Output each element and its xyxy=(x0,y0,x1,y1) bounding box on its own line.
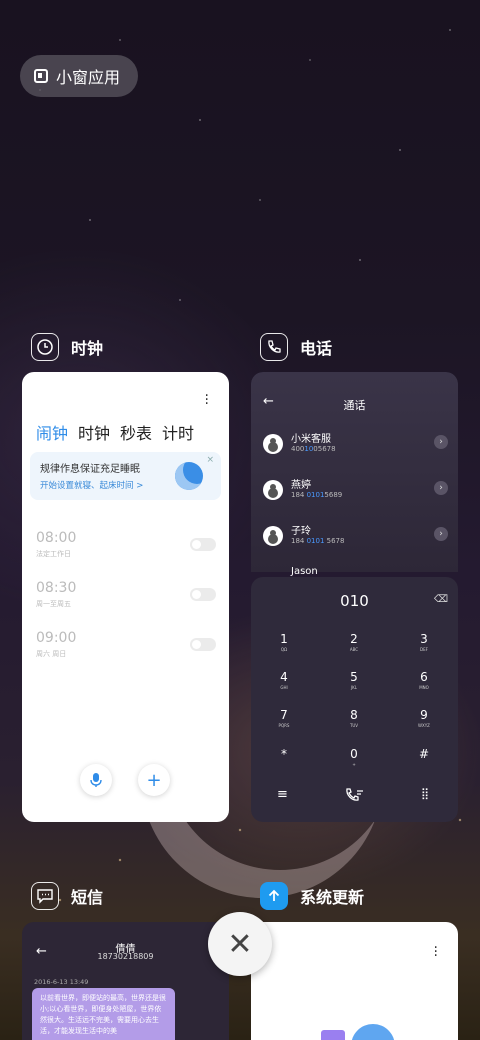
sms-app-window[interactable]: ← 倩倩 18730218809 2016-6-13 13:49 以前看世界，即… xyxy=(22,922,229,1040)
contact-row[interactable]: 小米客服 4001005678 › xyxy=(263,430,448,460)
menu-icon[interactable]: ≡ xyxy=(277,787,288,802)
more-menu-icon[interactable]: · · · xyxy=(205,389,209,411)
call-log-title: 通话 xyxy=(343,399,366,412)
app-header-phone[interactable]: 电话 xyxy=(260,333,332,361)
contact-avatar-icon xyxy=(263,526,283,546)
contact-avatar-icon xyxy=(263,434,283,454)
contact-name: Jason xyxy=(291,566,318,576)
dial-key[interactable]: 2 ABC xyxy=(324,632,384,652)
dial-key[interactable]: 5 JKL xyxy=(324,670,384,690)
close-icon[interactable]: × xyxy=(206,455,214,465)
call-button[interactable] xyxy=(345,787,365,809)
contact-name: 子玲 xyxy=(291,526,311,537)
close-icon: ✕ xyxy=(227,926,253,962)
contact-row[interactable]: Jason xyxy=(263,566,448,576)
contact-row[interactable]: 燕婷 184 01015689 › xyxy=(263,476,448,506)
alarm-time: 08:30 xyxy=(36,580,77,596)
contact-number: 184 0101 5678 xyxy=(291,537,345,545)
voice-alarm-button[interactable] xyxy=(80,764,112,796)
alarm-item[interactable]: 09:00 周六 周日 xyxy=(36,630,216,659)
alarm-time: 09:00 xyxy=(36,630,77,646)
app-header-update[interactable]: 系统更新 xyxy=(260,882,364,910)
contact-number: 4001005678 xyxy=(291,445,336,453)
contact-avatar-icon xyxy=(263,480,283,500)
app-header-sms[interactable]: 短信 xyxy=(31,882,103,910)
contact-name: 燕婷 xyxy=(291,480,311,491)
chevron-right-icon[interactable]: › xyxy=(434,435,448,449)
chevron-right-icon[interactable]: › xyxy=(434,527,448,541)
alarm-toggle[interactable] xyxy=(190,538,216,551)
tab-timer[interactable]: 计时 xyxy=(162,420,194,444)
message-icon xyxy=(31,882,59,910)
clock-tabs: 闹钟 时钟 秒表 计时 xyxy=(36,420,194,444)
clock-app-window[interactable]: · · · 闹钟 时钟 秒表 计时 规律作息保证充足睡眠 开始设置就寝、起床时间 >… xyxy=(22,372,229,822)
app-header-clock[interactable]: 时钟 xyxy=(31,333,103,361)
phone-app-window[interactable]: ← 通话 小米客服 4001005678 › 燕婷 184 01015689 ›… xyxy=(251,372,458,822)
sleep-banner[interactable]: 规律作息保证充足睡眠 开始设置就寝、起床时间 > × xyxy=(30,452,221,500)
call-log-panel: ← 通话 小米客服 4001005678 › 燕婷 184 01015689 ›… xyxy=(251,372,458,576)
app-name-sms: 短信 xyxy=(71,888,104,907)
alarm-repeat: 周一至周五 xyxy=(36,600,71,608)
sleep-moon-icon xyxy=(175,462,203,490)
close-all-button[interactable]: ✕ xyxy=(208,912,272,976)
backspace-icon[interactable]: ⌫ xyxy=(434,594,448,605)
floating-window-apps-button[interactable]: 小窗应用 xyxy=(20,55,139,97)
contact-name: 小米客服 xyxy=(291,434,331,445)
miui-logo-circle xyxy=(351,1024,395,1040)
dial-key[interactable]: 0 + xyxy=(324,747,384,767)
alarm-repeat: 周六 周日 xyxy=(36,650,67,658)
app-name-clock: 时钟 xyxy=(71,339,104,358)
system-update-icon xyxy=(260,882,288,910)
more-menu-icon[interactable]: · · · xyxy=(434,941,438,963)
dial-key[interactable]: 3 DEF xyxy=(394,632,454,652)
microphone-icon xyxy=(90,773,102,787)
alarm-item[interactable]: 08:00 法定工作日 xyxy=(36,530,216,559)
phone-icon xyxy=(260,333,288,361)
app-name-update: 系统更新 xyxy=(300,888,365,907)
plus-icon: + xyxy=(146,769,162,791)
tab-stopwatch[interactable]: 秒表 xyxy=(120,420,152,444)
alarm-toggle[interactable] xyxy=(190,588,216,601)
chevron-right-icon[interactable]: › xyxy=(434,481,448,495)
dialpad: 010 ⌫ 1 QΩ 2 ABC 3 DEF 4 GHI 5 JKL 6 MNO 7 PQRS… xyxy=(251,577,458,822)
dial-key[interactable]: 7 PQRS xyxy=(254,708,314,728)
dial-key[interactable]: # xyxy=(394,747,454,762)
keypad-icon[interactable]: ⣿ xyxy=(421,787,429,800)
alarm-repeat: 法定工作日 xyxy=(36,550,71,558)
dial-key[interactable]: 4 GHI xyxy=(254,670,314,690)
floating-window-apps-label: 小窗应用 xyxy=(56,68,121,87)
clock-icon xyxy=(31,333,59,361)
dial-key[interactable]: 9 WXYZ xyxy=(394,708,454,728)
dial-key[interactable]: * xyxy=(254,747,314,762)
dialed-number: 010 xyxy=(340,592,369,610)
window-icon xyxy=(34,69,48,83)
sms-date: 2016-6-13 13:49 xyxy=(34,978,89,986)
sms-message-bubble[interactable]: 以前看世界，即便站的最高，世界还是很小;以心看世界，即便身处陋屋，世界依然很大。… xyxy=(32,988,175,1040)
tab-clock[interactable]: 时钟 xyxy=(78,420,110,444)
dial-key[interactable]: 8 TUV xyxy=(324,708,384,728)
call-icon xyxy=(346,788,363,801)
tab-alarm[interactable]: 闹钟 xyxy=(36,420,68,444)
dial-key[interactable]: 6 MNO xyxy=(394,670,454,690)
add-alarm-button[interactable]: + xyxy=(138,764,170,796)
system-update-window[interactable]: · · · xyxy=(251,922,458,1040)
dial-key[interactable]: 1 QΩ xyxy=(254,632,314,652)
contact-number: 184 01015689 xyxy=(291,491,343,499)
miui-logo-bar xyxy=(321,1030,345,1040)
contact-row[interactable]: 子玲 184 0101 5678 › xyxy=(263,522,448,552)
alarm-toggle[interactable] xyxy=(190,638,216,651)
alarm-time: 08:00 xyxy=(36,530,77,546)
app-name-phone: 电话 xyxy=(300,339,333,358)
sms-contact-phone: 18730218809 xyxy=(97,952,154,961)
alarm-item[interactable]: 08:30 周一至周五 xyxy=(36,580,216,609)
